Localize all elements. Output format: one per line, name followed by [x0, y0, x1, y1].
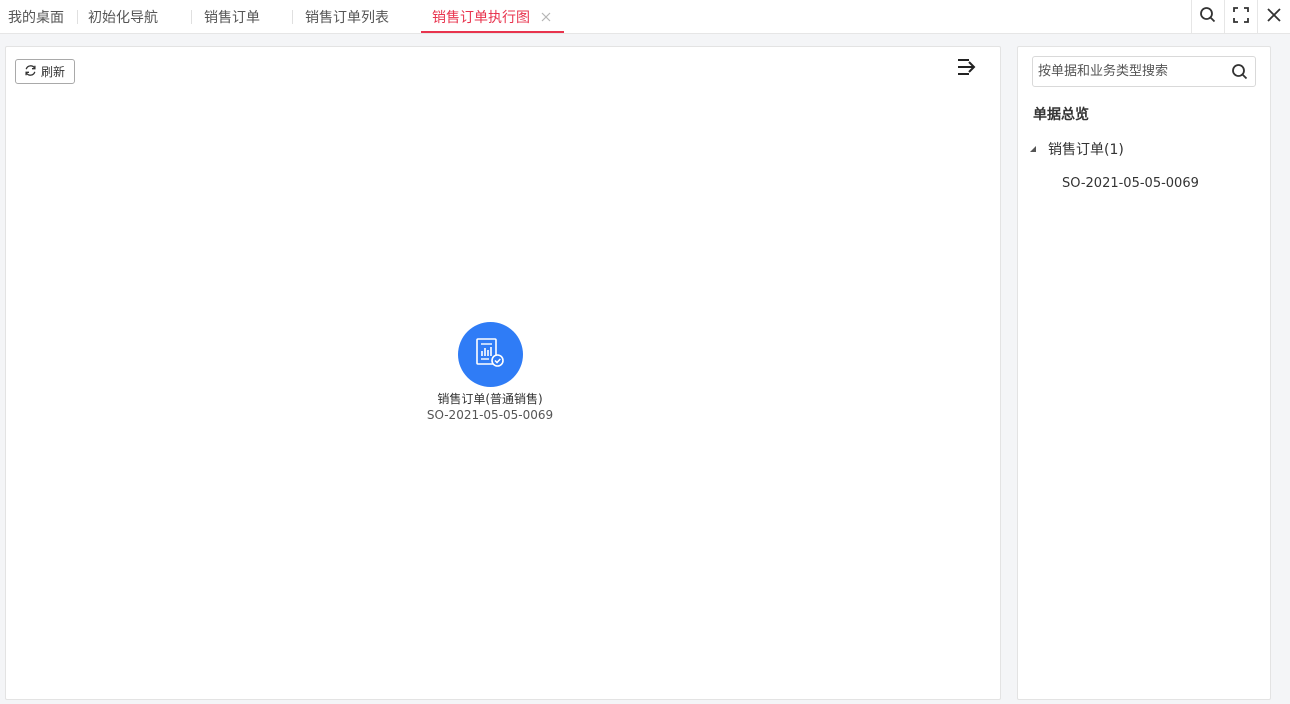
tab-my-desktop[interactable]: 我的桌面	[0, 0, 78, 34]
toggle-panel-button[interactable]	[955, 57, 979, 81]
node-code: SO-2021-05-05-0069	[426, 408, 554, 422]
tree-item-order-code[interactable]: SO-2021-05-05-0069	[1062, 176, 1199, 191]
refresh-label: 刷新	[41, 65, 66, 79]
close-icon[interactable]	[540, 11, 552, 23]
refresh-icon	[24, 64, 41, 80]
tab-label: 销售订单执行图	[432, 10, 530, 26]
fullscreen-button[interactable]	[1224, 0, 1257, 34]
search-icon	[1199, 6, 1217, 28]
close-icon	[1266, 7, 1282, 27]
tab-sales-order-list[interactable]: 销售订单列表	[293, 0, 421, 34]
tree-node-label: 销售订单(1)	[1048, 142, 1124, 158]
node-circle[interactable]	[457, 322, 523, 387]
tab-bar: 我的桌面 初始化导航 销售订单 销售订单列表 销售订单执行图	[0, 0, 1290, 34]
tab-label: 初始化导航	[88, 10, 158, 26]
refresh-button[interactable]: 刷新	[15, 59, 76, 84]
tab-init-navigation[interactable]: 初始化导航	[78, 0, 192, 34]
overview-title: 单据总览	[1033, 107, 1089, 123]
caret-down-icon[interactable]	[1026, 142, 1040, 156]
document-chart-check-icon	[473, 336, 507, 374]
tab-label: 销售订单列表	[305, 10, 389, 26]
tab-label: 销售订单	[204, 10, 260, 26]
window-tools	[1191, 0, 1290, 34]
search-icon[interactable]	[1231, 63, 1249, 81]
search-button[interactable]	[1191, 0, 1224, 34]
fullscreen-icon	[1233, 7, 1249, 27]
graph-node-sales-order[interactable]: 销售订单(普通销售) SO-2021-05-05-0069	[396, 322, 584, 423]
search-input[interactable]	[1033, 57, 1223, 86]
collapse-right-icon	[956, 57, 978, 81]
tree-node-sales-order[interactable]: 销售订单(1)	[1026, 139, 1124, 159]
execution-graph-canvas[interactable]: 刷新 销售订单(普通销售) SO-2021-05-05-0069	[5, 46, 1001, 700]
search-box	[1032, 56, 1256, 87]
close-window-button[interactable]	[1257, 0, 1290, 34]
tab-label: 我的桌面	[8, 10, 64, 26]
document-overview-panel: 单据总览 销售订单(1) SO-2021-05-05-0069	[1017, 46, 1271, 700]
tab-sales-order[interactable]: 销售订单	[192, 0, 293, 34]
tab-sales-order-execution-graph[interactable]: 销售订单执行图	[421, 0, 564, 34]
tab-list: 我的桌面 初始化导航 销售订单 销售订单列表 销售订单执行图	[0, 0, 564, 34]
node-name: 销售订单(普通销售)	[437, 392, 543, 406]
